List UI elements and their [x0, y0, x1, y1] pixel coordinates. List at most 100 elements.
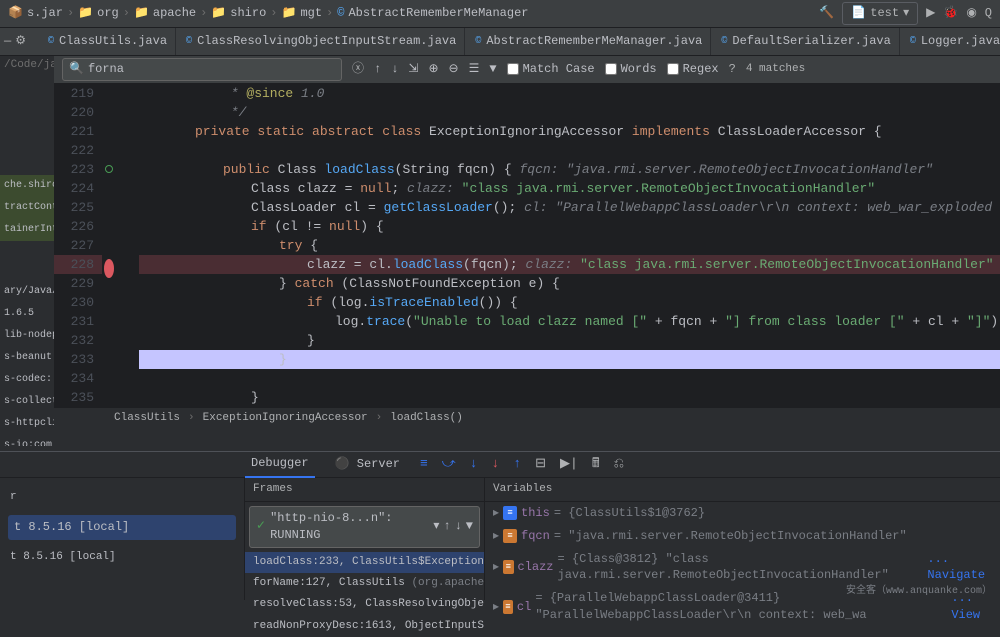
crumb[interactable]: 📁shiro	[211, 5, 266, 22]
project-item[interactable]: tainerInte	[0, 219, 54, 241]
match-case-checkbox[interactable]: Match Case	[507, 61, 595, 78]
crumb[interactable]: 📁apache	[134, 5, 196, 22]
library-item[interactable]: s-beanut	[0, 347, 54, 369]
run-icon[interactable]: ▶	[926, 5, 935, 22]
debug-icon[interactable]: 🐞	[943, 5, 958, 22]
crumb[interactable]: 📁org	[78, 5, 119, 22]
code-line[interactable]: Class clazz = null; clazz: "class java.r…	[139, 179, 1000, 198]
editor-tab[interactable]: ©ClassUtils.java	[40, 28, 176, 55]
clear-icon[interactable]: ⓧ	[352, 61, 364, 78]
trace-icon[interactable]: ⎌	[614, 455, 624, 473]
code-line[interactable]	[139, 369, 1000, 388]
library-item[interactable]: s-collecti	[0, 391, 54, 413]
variable-row[interactable]: ▸≡ clazz = {Class@3812} "class java.rmi.…	[485, 548, 1000, 588]
code-line[interactable]: */	[139, 103, 1000, 122]
breadcrumb-item[interactable]: loadClass()	[390, 411, 463, 426]
library-item[interactable]: s-httpclie	[0, 413, 54, 435]
thread-selector[interactable]: ✓"http-nio-8...n": RUNNING▾ ↑ ↓ ▼	[249, 506, 480, 548]
code-line[interactable]: log.trace("Unable to load clazz named ["…	[139, 312, 1000, 331]
drop-frame-icon[interactable]: ⊟	[535, 455, 546, 473]
build-icon[interactable]: 🔨	[819, 5, 834, 22]
library-item[interactable]: 1.6.5	[0, 303, 54, 325]
navigation-bar: 📦s.jar› 📁org› 📁apache› 📁shiro› 📁mgt› ©Ab…	[0, 0, 1000, 28]
code-line[interactable]: private static abstract class ExceptionI…	[139, 122, 1000, 141]
editor-tab[interactable]: ©ClassResolvingObjectInputStream.java	[178, 28, 465, 55]
add-selection-icon[interactable]: ⊕	[428, 61, 438, 78]
project-item[interactable]: che.shiro	[0, 175, 54, 197]
code-line[interactable]: * @since 1.0	[139, 84, 1000, 103]
code-editor[interactable]: 2192202212222232242252262272282292302312…	[54, 84, 1000, 429]
code-line[interactable]: } catch (ClassNotFoundException e) {	[139, 274, 1000, 293]
step-over-icon[interactable]: ⤻	[442, 455, 456, 473]
evaluate-expression-icon[interactable]: 🖩	[592, 455, 600, 473]
search-input[interactable]: 🔍 forna	[62, 58, 342, 81]
frames-label: Frames	[253, 482, 293, 497]
regex-checkbox[interactable]: Regex	[667, 61, 719, 78]
next-frame-icon[interactable]: ↓	[455, 518, 462, 535]
run-to-cursor-icon[interactable]: ▶|	[560, 455, 578, 473]
stack-frame[interactable]: readNonProxyDesc:1613, ObjectInputStream…	[245, 616, 484, 637]
help-icon[interactable]: ?	[729, 61, 736, 78]
funnel-icon[interactable]: ▼	[489, 61, 496, 78]
prev-match-icon[interactable]: ↑	[374, 61, 381, 78]
search-everywhere-icon[interactable]: Q	[985, 5, 992, 22]
step-into-icon[interactable]: ↓	[470, 455, 478, 473]
next-match-icon[interactable]: ↓	[391, 61, 398, 78]
select-all-icon[interactable]: ⇲	[408, 61, 418, 78]
editor-tab[interactable]: ©DefaultSerializer.java	[713, 28, 899, 55]
debug-left-panel: r t 8.5.16 [local] t 8.5.16 [local]	[0, 478, 245, 600]
run-config-selector[interactable]: 📄 test ▾	[842, 2, 918, 25]
variables-panel: Variables ▸≡ this = {ClassUtils$1@3762}▸…	[485, 478, 1000, 600]
remove-selection-icon[interactable]: ⊖	[449, 61, 459, 78]
breadcrumb-item[interactable]: ClassUtils	[114, 411, 180, 426]
variable-row[interactable]: ▸≡ fqcn = "java.rmi.server.RemoteObjectI…	[485, 525, 1000, 548]
code-line[interactable]: }	[139, 388, 1000, 407]
breadcrumb-item[interactable]: ExceptionIgnoringAccessor	[203, 411, 368, 426]
words-checkbox[interactable]: Words	[605, 61, 657, 78]
code-line[interactable]	[139, 141, 1000, 160]
debugger-tab[interactable]: Debugger	[245, 451, 315, 478]
toolbar-right: 🔨 📄 test ▾ ▶ 🐞 ◉ Q	[819, 2, 992, 25]
server-item[interactable]: t 8.5.16 [local]	[4, 544, 240, 571]
stack-frame[interactable]: resolveClass:53, ClassResolvingObjectInp…	[245, 594, 484, 615]
prev-frame-icon[interactable]: ↑	[443, 518, 450, 535]
threads-icon[interactable]: ≡	[420, 455, 428, 473]
code-line[interactable]: public Class loadClass(String fqcn) { fq…	[139, 160, 1000, 179]
match-count: 4 matches	[746, 62, 805, 77]
code-line[interactable]: if (cl != null) {	[139, 217, 1000, 236]
editor-tab[interactable]: ©AbstractRememberMeManager.java	[467, 28, 711, 55]
stack-frame[interactable]: forName:127, ClassUtils (org.apache.shir…	[245, 573, 484, 594]
editor-tab[interactable]: ©Logger.java	[902, 28, 1000, 55]
gutter-marks[interactable]	[102, 84, 118, 429]
server-tab[interactable]: ⚫ Server	[329, 452, 406, 477]
code-line[interactable]: clazz = cl.loadClass(fqcn); clazz: "clas…	[139, 255, 1000, 274]
line-gutter[interactable]: 2192202212222232242252262272282292302312…	[54, 84, 102, 429]
code-line[interactable]: try {	[139, 236, 1000, 255]
find-bar: 🔍 forna ⓧ ↑ ↓ ⇲ ⊕ ⊖ ☰ ▼ Match Case Words…	[54, 56, 1000, 84]
project-tool-window[interactable]: /Code/jav che.shirotractContatainerInte …	[0, 56, 54, 446]
filter-frames-icon[interactable]: ▼	[466, 518, 473, 535]
library-item[interactable]: lib-nodep:	[0, 325, 54, 347]
crumb[interactable]: 📦s.jar	[8, 5, 63, 22]
library-item[interactable]: ary/Java/J	[0, 281, 54, 303]
code-line[interactable]: ClassLoader cl = getClassLoader(); cl: "…	[139, 198, 1000, 217]
stop-icon[interactable]: ◉	[966, 5, 976, 22]
filter-icon[interactable]: ☰	[469, 61, 480, 78]
step-out-icon[interactable]: ↑	[513, 455, 521, 473]
stack-frame[interactable]: loadClass:233, ClassUtils$ExceptionIgnor…	[245, 552, 484, 573]
debug-left-label: r	[4, 484, 240, 511]
crumb[interactable]: ©AbstractRememberMeManager	[337, 5, 528, 22]
code-line[interactable]: if (log.isTraceEnabled()) {	[139, 293, 1000, 312]
library-item[interactable]: s-codec:	[0, 369, 54, 391]
code-line[interactable]: }	[139, 331, 1000, 350]
project-item[interactable]: tractConta	[0, 197, 54, 219]
hide-tool-windows-icon[interactable]: —	[4, 33, 11, 50]
variable-row[interactable]: ▸≡ this = {ClassUtils$1@3762}	[485, 502, 1000, 525]
debug-tabs: Debugger ⚫ Server ≡ ⤻ ↓ ↓ ↑ ⊟ ▶| 🖩 ⎌	[0, 452, 1000, 478]
code-line[interactable]: }	[139, 350, 1000, 369]
force-step-into-icon[interactable]: ↓	[492, 455, 500, 473]
settings-icon[interactable]: ⚙	[15, 33, 26, 50]
crumb[interactable]: 📁mgt	[281, 5, 322, 22]
server-item[interactable]: t 8.5.16 [local]	[8, 515, 236, 540]
library-item[interactable]: s-io:com	[0, 435, 54, 446]
